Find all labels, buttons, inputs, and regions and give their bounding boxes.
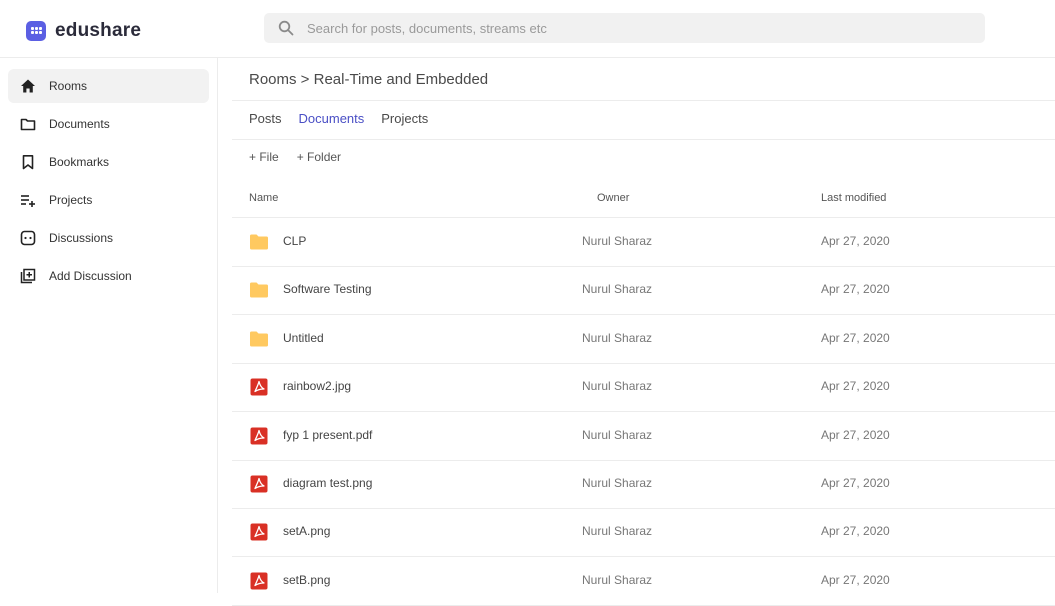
divider [232, 139, 1055, 140]
sidebar-item-rooms[interactable]: Rooms [8, 69, 209, 103]
tab-documents[interactable]: Documents [299, 111, 365, 126]
sidebar-item-label: Documents [49, 117, 110, 131]
sidebar-item-discussions[interactable]: Discussions [8, 221, 209, 255]
row-modified: Apr 27, 2020 [821, 476, 890, 490]
folder-icon [249, 330, 269, 348]
bookmark-icon [20, 154, 36, 170]
column-header-owner[interactable]: Owner [597, 192, 629, 204]
row-modified: Apr 27, 2020 [821, 524, 890, 539]
add-box-icon [20, 268, 36, 284]
row-name[interactable]: Software Testing [283, 282, 372, 296]
table-row[interactable]: fyp 1 present.pdf Nurul Sharaz Apr 27, 202… [232, 412, 1055, 461]
pdf-file-icon [249, 475, 269, 493]
add-folder-button[interactable]: + Folder [297, 150, 341, 164]
row-owner: Nurul Sharaz [582, 282, 653, 297]
table-row[interactable]: Untitled Nurul Sharaz Apr 27, 2020 [232, 315, 1055, 364]
row-owner: Nurul Sharaz [582, 234, 653, 248]
search-input[interactable] [305, 19, 949, 37]
row-modified: Apr 27, 2020 [821, 234, 890, 248]
app-name: edushare [55, 20, 142, 41]
row-owner: Nurul Sharaz [582, 379, 653, 394]
row-name[interactable]: setA.png [283, 524, 330, 538]
table-row[interactable]: setA.png Nurul Sharaz Apr 27, 2020 [232, 508, 1055, 558]
table-row[interactable]: diagram test.png Nurul Sharaz Apr 27, 2020 [232, 460, 1055, 509]
sidebar-item-bookmarks[interactable]: Bookmarks [8, 145, 209, 179]
sidebar-item-label: Projects [49, 193, 93, 207]
row-owner: Nurul Sharaz [582, 330, 653, 345]
sidebar: Rooms Documents Bookmarks Projects Discu… [0, 58, 218, 593]
top-bar: edushare [0, 0, 1055, 58]
sidebar-item-label: Bookmarks [49, 155, 110, 169]
row-owner: Nurul Sharaz [582, 524, 653, 539]
pdf-file-icon [249, 572, 269, 590]
search-bar[interactable] [264, 13, 985, 43]
row-modified: Apr 27, 2020 [821, 427, 890, 442]
pdf-file-icon [249, 378, 269, 396]
row-modified: Apr 27, 2020 [821, 379, 890, 394]
table-row[interactable]: Software Testing Nurul Sharaz Apr 27, 2020 [232, 266, 1055, 316]
home-icon [20, 78, 36, 94]
row-modified: Apr 27, 2020 [821, 330, 890, 345]
chat-icon [20, 230, 36, 246]
column-header-modified[interactable]: Last modified [821, 192, 886, 204]
row-owner: Nurul Sharaz [582, 476, 653, 490]
tab-posts[interactable]: Posts [249, 111, 282, 126]
document-actions: + File + Folder [249, 150, 359, 164]
pdf-file-icon [249, 427, 269, 445]
sidebar-item-add-discussion[interactable]: Add Discussion [8, 259, 209, 293]
row-name[interactable]: setB.png [283, 573, 330, 587]
sidebar-item-label: Add Discussion [49, 269, 132, 283]
row-name[interactable]: fyp 1 present.pdf [283, 428, 372, 442]
column-header-name[interactable]: Name [249, 192, 278, 204]
tab-projects[interactable]: Projects [381, 111, 428, 126]
table-row[interactable]: setB.png Nurul Sharaz Apr 27, 2020 [232, 557, 1055, 606]
tab-bar: Posts Documents Projects [249, 111, 445, 126]
add-file-button[interactable]: + File [249, 150, 279, 164]
app-logo[interactable]: edushare [26, 20, 141, 42]
folder-icon [20, 116, 36, 132]
folder-icon [249, 281, 269, 299]
row-modified: Apr 27, 2020 [821, 282, 890, 297]
playlist-add-icon [20, 192, 36, 208]
pdf-file-icon [249, 523, 269, 541]
row-name[interactable]: diagram test.png [283, 476, 372, 490]
row-name[interactable]: Untitled [283, 331, 324, 345]
divider [232, 100, 1055, 101]
row-name[interactable]: CLP [283, 234, 306, 248]
folder-icon [249, 233, 269, 251]
row-owner: Nurul Sharaz [582, 427, 653, 442]
breadcrumb[interactable]: Rooms > Real-Time and Embedded [249, 71, 488, 88]
table-row[interactable]: CLP Nurul Sharaz Apr 27, 2020 [232, 218, 1055, 267]
sidebar-item-label: Discussions [49, 231, 114, 245]
search-icon [278, 20, 294, 36]
logo-icon [26, 21, 46, 41]
table-row[interactable]: rainbow2.jpg Nurul Sharaz Apr 27, 2020 [232, 363, 1055, 413]
sidebar-item-label: Rooms [49, 79, 88, 93]
sidebar-item-projects[interactable]: Projects [8, 183, 209, 217]
sidebar-item-documents[interactable]: Documents [8, 107, 209, 141]
row-name[interactable]: rainbow2.jpg [283, 379, 351, 393]
row-owner: Nurul Sharaz [582, 572, 653, 587]
row-modified: Apr 27, 2020 [821, 572, 890, 587]
